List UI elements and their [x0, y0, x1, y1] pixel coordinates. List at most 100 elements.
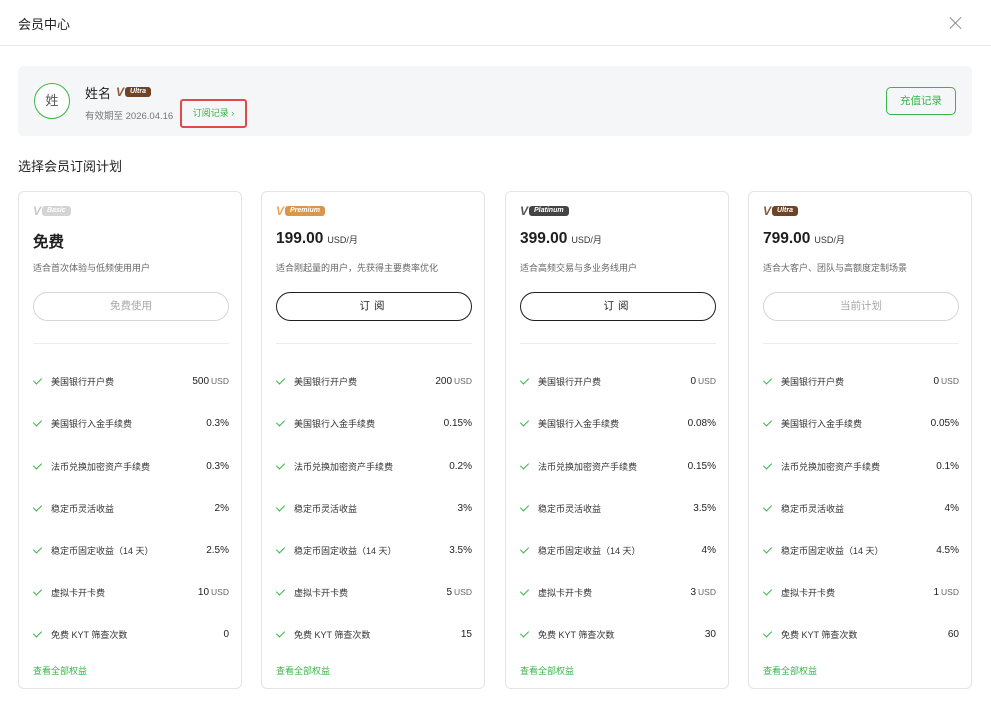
check-icon	[763, 419, 773, 426]
feature-name: 法币兑换加密资产手续费	[781, 462, 881, 472]
feature-value: 30	[705, 629, 716, 640]
check-icon	[33, 630, 43, 637]
view-all-benefits-link[interactable]: 查看全部权益	[520, 664, 574, 677]
view-all-benefits-link[interactable]: 查看全部权益	[763, 664, 817, 677]
platinum-badge-icon: V Platinum	[520, 205, 569, 217]
feature-name: 稳定币灵活收益	[781, 504, 845, 514]
feature-value-number: 0.05%	[930, 418, 959, 429]
check-icon	[276, 546, 286, 553]
recharge-record-button[interactable]: 充值记录	[886, 87, 956, 115]
feature-name: 虚拟卡开卡费	[294, 588, 349, 598]
feature-row: 美国银行入金手续费 0.08%	[520, 417, 716, 433]
close-icon[interactable]	[947, 14, 965, 32]
price-unit: USD/月	[814, 235, 845, 245]
check-icon	[276, 504, 286, 511]
feature-row: 稳定币固定收益（14 天） 4%	[520, 544, 716, 560]
feature-row: 稳定币固定收益（14 天） 4.5%	[763, 544, 959, 560]
feature-name: 稳定币灵活收益	[51, 504, 115, 514]
feature-name: 免费 KYT 筛查次数	[294, 630, 371, 640]
check-icon	[520, 419, 530, 426]
subscription-record-link[interactable]: 订阅记录 ›	[180, 99, 247, 128]
feature-value-number: 0	[223, 629, 229, 640]
feature-value-number: 2.5%	[206, 545, 229, 556]
badge-label: Platinum	[529, 206, 569, 216]
feature-value: 0.3%	[206, 418, 229, 429]
plan-card-platinum: V Platinum 399.00 USD/月适合高频交易与多业务线用户订阅美国银行开…	[505, 191, 729, 689]
check-icon	[276, 419, 286, 426]
feature-name: 免费 KYT 筛查次数	[538, 630, 615, 640]
feature-value: 0	[223, 629, 229, 640]
modal-header: 会员中心	[0, 0, 991, 46]
feature-value: 3.5%	[693, 503, 716, 514]
check-icon	[33, 377, 43, 384]
plan-action-button[interactable]: 订阅	[276, 292, 472, 321]
feature-name: 稳定币固定收益（14 天）	[538, 546, 641, 556]
feature-row: 美国银行开户费 200 USD	[276, 375, 472, 391]
feature-value: 0 USD	[690, 376, 716, 387]
feature-name: 稳定币固定收益（14 天）	[51, 546, 154, 556]
check-icon	[520, 462, 530, 469]
feature-row: 免费 KYT 筛查次数 0	[33, 628, 229, 644]
plan-action-button[interactable]: 免费使用	[33, 292, 229, 321]
avatar: 姓	[34, 83, 70, 119]
feature-row: 虚拟卡开卡费 3 USD	[520, 586, 716, 602]
price-amount: 399.00	[520, 230, 568, 247]
view-all-benefits-link[interactable]: 查看全部权益	[33, 664, 87, 677]
badge-label: Basic	[42, 206, 71, 216]
feature-value-number: 4%	[944, 503, 959, 514]
divider	[276, 343, 472, 344]
price-amount: 799.00	[763, 230, 811, 247]
feature-value: 3%	[458, 503, 472, 514]
plan-price: 免费	[33, 230, 68, 252]
feature-row: 虚拟卡开卡费 5 USD	[276, 586, 472, 602]
check-icon	[763, 630, 773, 637]
feature-row: 稳定币灵活收益 4%	[763, 502, 959, 518]
feature-name: 稳定币灵活收益	[538, 504, 602, 514]
feature-value: 0.15%	[688, 461, 716, 472]
feature-row: 美国银行入金手续费 0.05%	[763, 417, 959, 433]
feature-row: 免费 KYT 筛查次数 30	[520, 628, 716, 644]
price-amount: 免费	[33, 234, 65, 251]
feature-name: 美国银行入金手续费	[781, 419, 863, 429]
expiry-date: 有效期至 2026.04.16	[85, 111, 174, 122]
feature-value: 200 USD	[435, 376, 472, 387]
check-icon	[276, 462, 286, 469]
divider	[33, 343, 229, 344]
feature-value-number: 0.3%	[206, 418, 229, 429]
feature-value: 3.5%	[449, 545, 472, 556]
feature-value-number: 15	[460, 629, 472, 640]
feature-name: 法币兑换加密资产手续费	[51, 462, 151, 472]
plan-description: 适合大客户、团队与高额度定制场景	[763, 263, 908, 273]
feature-value-number: 500	[192, 376, 210, 387]
feature-value-number: 0.3%	[206, 461, 229, 472]
check-icon	[276, 588, 286, 595]
feature-value: 4.5%	[936, 545, 959, 556]
check-icon	[520, 630, 530, 637]
feature-value-number: 0.08%	[687, 418, 716, 429]
feature-row: 法币兑换加密资产手续费 0.2%	[276, 460, 472, 476]
badge-label: Ultra	[125, 87, 151, 97]
feature-value-unit: USD	[211, 376, 229, 386]
feature-name: 虚拟卡开卡费	[51, 588, 106, 598]
check-icon	[763, 546, 773, 553]
user-info-panel: 姓 姓名 V Ultra 有效期至 2026.04.16 订阅记录 › 充值记录	[18, 66, 972, 136]
feature-name: 虚拟卡开卡费	[538, 588, 593, 598]
feature-row: 美国银行开户费 0 USD	[763, 375, 959, 391]
plan-description: 适合刚起量的用户，先获得主要费率优化	[276, 263, 439, 273]
feature-value-number: 0.1%	[936, 461, 959, 472]
plan-description: 适合高频交易与多业务线用户	[520, 263, 638, 273]
view-all-benefits-link[interactable]: 查看全部权益	[276, 664, 330, 677]
plan-action-button[interactable]: 订阅	[520, 292, 716, 321]
feature-row: 稳定币灵活收益 2%	[33, 502, 229, 518]
plan-action-button[interactable]: 当前计划	[763, 292, 959, 321]
feature-name: 美国银行开户费	[51, 377, 115, 387]
plan-price: 399.00 USD/月	[520, 230, 602, 248]
feature-value: 2%	[215, 503, 229, 514]
plan-card-premium: V Premium 199.00 USD/月 适合刚起量的用户，先获得主要费率优化 订阅美…	[261, 191, 485, 689]
feature-row: 稳定币灵活收益 3%	[276, 502, 472, 518]
feature-row: 美国银行开户费 0 USD	[520, 375, 716, 391]
feature-value-number: 0.15%	[687, 461, 716, 472]
feature-name: 美国银行开户费	[781, 377, 845, 387]
feature-name: 法币兑换加密资产手续费	[538, 462, 638, 472]
feature-value-number: 0.2%	[449, 461, 472, 472]
